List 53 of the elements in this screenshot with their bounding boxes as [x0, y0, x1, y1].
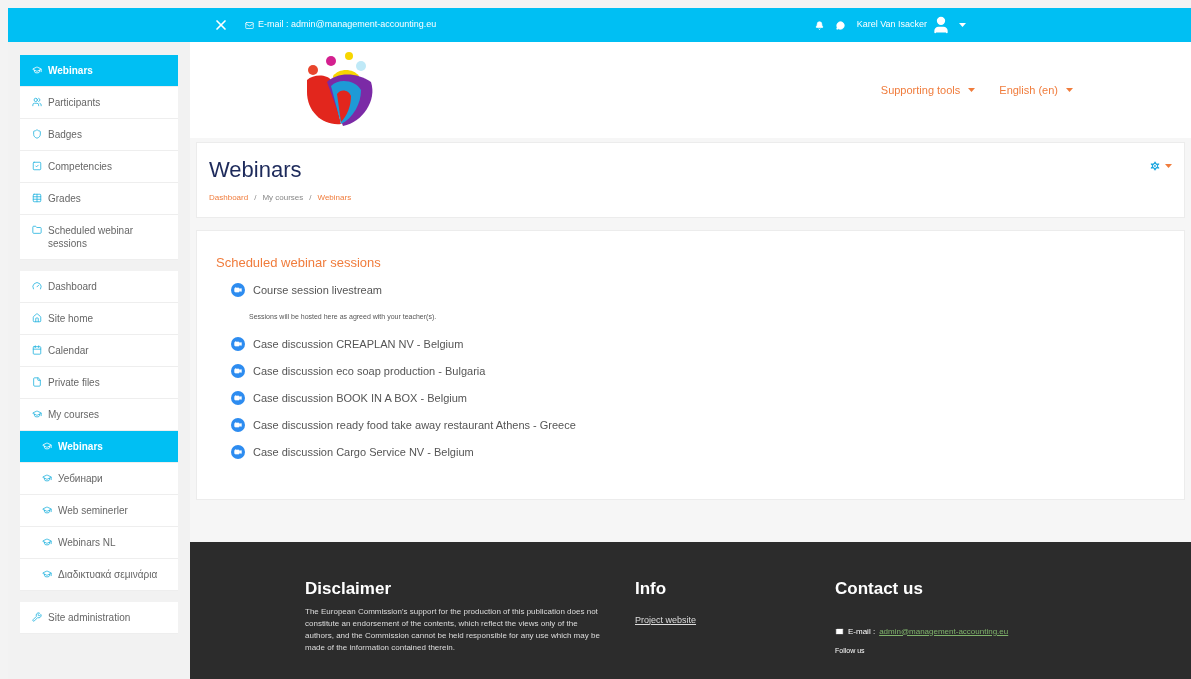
graduation-cap-icon	[42, 505, 52, 515]
calendar-icon	[32, 345, 42, 355]
footer-heading: Disclaimer	[305, 578, 392, 600]
activity-link[interactable]: Case discussion eco soap production - Bulgaria	[231, 357, 1184, 385]
section-title: Scheduled webinar sessions	[216, 254, 382, 272]
mail-icon	[245, 20, 254, 30]
footer-heading: Info	[635, 578, 668, 600]
shield-icon	[32, 129, 42, 139]
page-title: Webinars	[209, 157, 303, 183]
folder-icon	[32, 225, 42, 235]
video-icon	[231, 391, 245, 405]
caret-icon	[1066, 88, 1073, 92]
video-icon	[231, 283, 245, 297]
dashboard-icon	[32, 281, 42, 291]
graduation-cap-icon	[32, 65, 42, 75]
file-icon	[32, 377, 42, 387]
activity-link[interactable]: Course session livestream	[231, 276, 1184, 304]
email-link[interactable]: admin@management-accounting.eu	[879, 625, 1009, 638]
settings-button[interactable]	[1149, 160, 1172, 172]
video-icon	[231, 364, 245, 378]
mail-icon	[835, 627, 844, 636]
checkbox-icon	[32, 161, 42, 171]
table-icon	[32, 193, 42, 203]
activity-link[interactable]: Case discussion Cargo Service NV - Belgium	[231, 438, 1184, 466]
graduation-cap-icon	[42, 441, 52, 451]
email-label: E-mail :	[848, 625, 876, 638]
graduation-cap-icon	[42, 569, 52, 579]
breadcrumb-separator: /	[254, 192, 257, 204]
caret-icon	[968, 88, 976, 92]
users-icon	[32, 97, 42, 107]
messages-button[interactable]	[835, 20, 845, 30]
footer-heading: Contact us	[835, 578, 924, 600]
notifications-button[interactable]	[814, 20, 824, 30]
caret-icon	[1165, 164, 1172, 168]
project-website-link[interactable]: Project website	[635, 614, 697, 625]
close-button[interactable]	[213, 17, 229, 33]
activity-link[interactable]: Case discussion CREAPLAN NV - Belgium	[231, 330, 1184, 358]
home-icon	[32, 313, 42, 323]
video-icon	[231, 337, 245, 351]
email-text: E-mail : admin@management-accounting.eu	[258, 18, 437, 32]
activity-link[interactable]: Case discussion ready food take away restaurant Athens - Greece	[231, 411, 1184, 439]
activity-link[interactable]: Case discussion BOOK IN A BOX - Belgium	[231, 384, 1184, 412]
user-avatar-icon	[931, 15, 951, 35]
breadcrumb-separator: /	[309, 192, 312, 204]
graduation-cap-icon	[42, 537, 52, 547]
breadcrumb-text: My courses	[262, 192, 304, 204]
caret-icon	[959, 23, 966, 27]
disclaimer-text: The European Commission's support for the production of this publication does not constitute an endorsement of the contents, which reflect the views only of the authors, and the Commission cannot be held responsible for any use which may be made of the information contained therein.	[305, 605, 601, 654]
graduation-cap-icon	[32, 409, 42, 419]
video-icon	[231, 418, 245, 432]
graduation-cap-icon	[42, 473, 52, 483]
video-icon	[231, 445, 245, 459]
wrench-icon	[32, 612, 42, 622]
